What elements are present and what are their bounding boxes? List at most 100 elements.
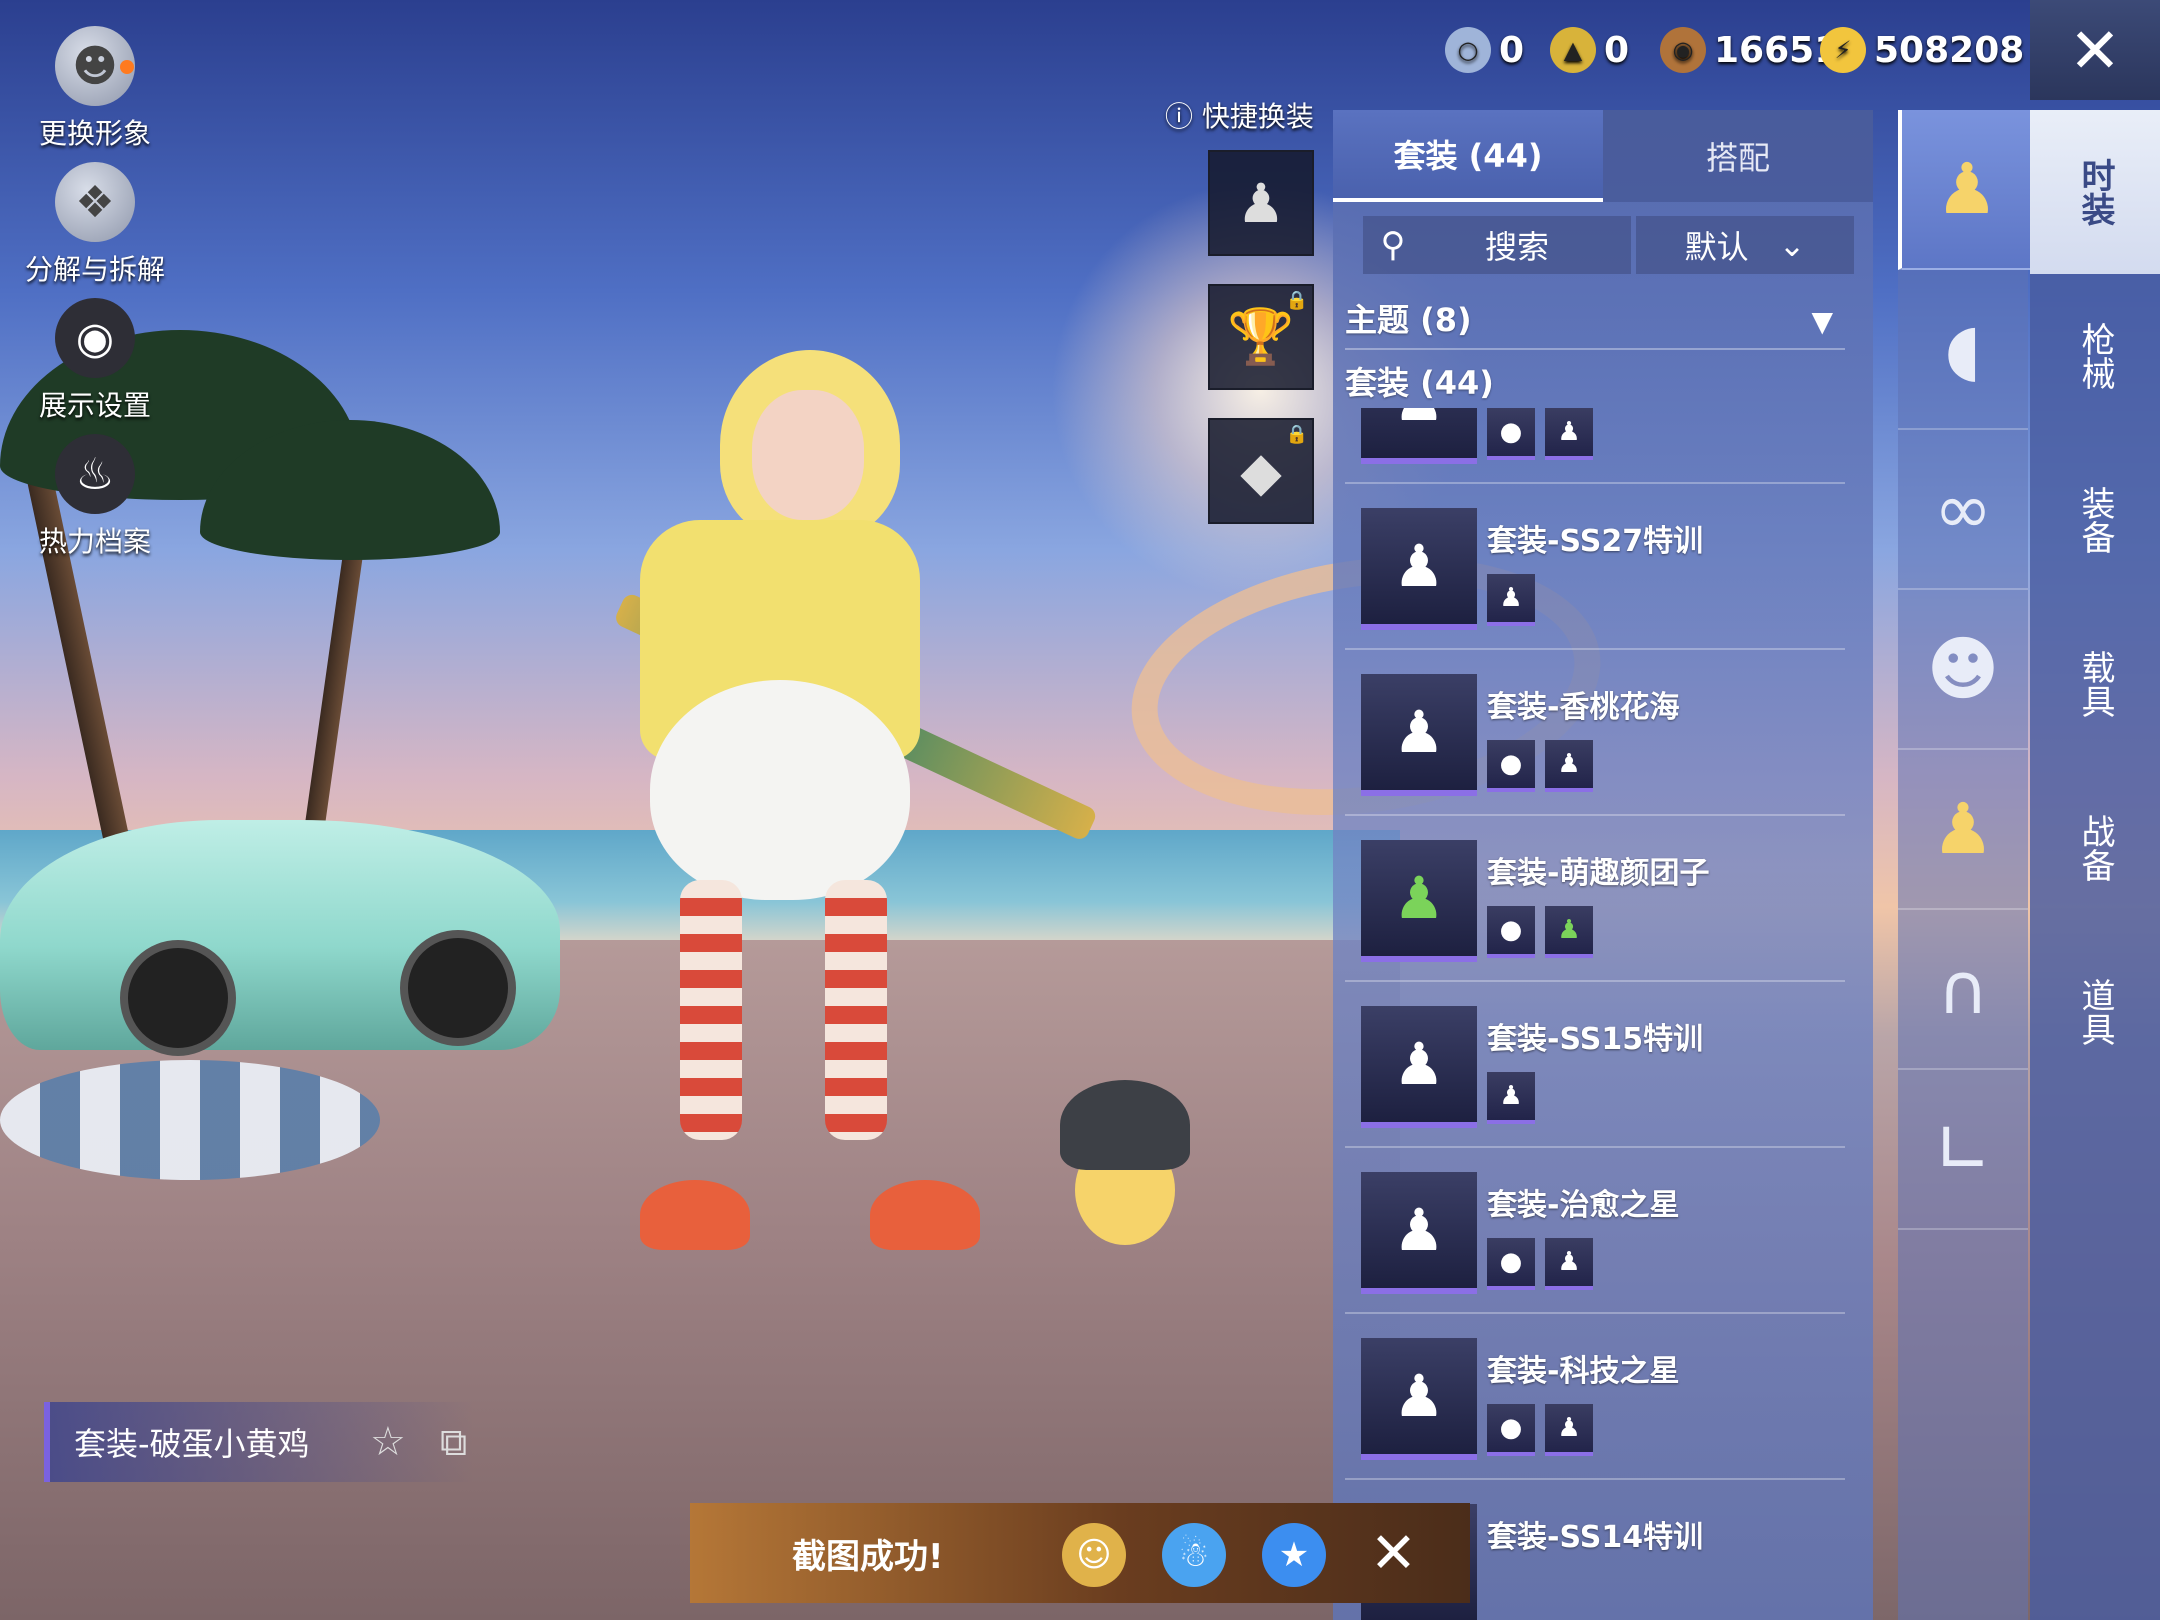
tab-fashion[interactable]: 时装 — [2030, 110, 2160, 274]
quick-slot-outfit[interactable]: ♟ — [1208, 150, 1314, 256]
currency-lightning-coin[interactable]: ⚡ 508208 — [1820, 25, 2024, 75]
tab-firearms[interactable]: 枪械 — [2030, 274, 2160, 438]
category-column: ♟ ◖ ∞ ☻ ♟ ∩ ∟ — [1898, 110, 2032, 1620]
item-thumbnail: ● — [1487, 906, 1535, 958]
star-share-icon: ★ — [1278, 1535, 1310, 1575]
tab-matching[interactable]: 搭配 — [1603, 110, 1873, 202]
car-wheel — [400, 930, 516, 1046]
currency-gold-badge[interactable]: ▲ 0 — [1550, 25, 1629, 75]
outfit-name: 套装-SS27特训 — [1487, 524, 1704, 559]
search-button[interactable]: ⚲ 搜索 — [1363, 216, 1631, 274]
category-glasses[interactable]: ∞ — [1898, 430, 2028, 590]
category-hat[interactable]: ◖ — [1898, 270, 2028, 430]
star-icon[interactable]: ☆ — [370, 1419, 406, 1465]
item-thumbnail: ● — [1487, 740, 1535, 792]
toast-message: 截图成功! — [792, 1536, 944, 1577]
outfit-name: 套装-科技之星 — [1487, 1354, 1680, 1389]
car-wheel — [120, 940, 236, 1056]
outfit-name: 套装-治愈之星 — [1487, 1188, 1680, 1223]
chick-outfit-icon: ♟ — [1935, 148, 1999, 230]
currency-value: 508208 — [1874, 29, 2025, 71]
outfit-thumbnail: ♟ — [1361, 1172, 1477, 1294]
expand-caret-icon[interactable]: ▼ — [1811, 305, 1833, 338]
lock-icon: 🔒 — [1285, 290, 1308, 311]
menu-display-settings[interactable]: ◉ 展示设置 — [0, 298, 190, 424]
item-thumbnail: ♟ — [1545, 740, 1593, 792]
sort-dropdown[interactable]: 默认 ⌄ — [1636, 216, 1854, 274]
character-foot — [870, 1180, 980, 1250]
quick-change-label[interactable]: ⓘ 快捷换装 — [1165, 95, 1314, 135]
list-item[interactable]: ♟ 套装-萌趣颜团子 ● ♟ — [1333, 816, 1873, 982]
friends-icon: ☺ — [1076, 1535, 1112, 1575]
menu-decompose[interactable]: ❖ 分解与拆解 — [0, 162, 190, 288]
search-label: 搜索 — [1484, 228, 1549, 266]
divider — [1345, 348, 1845, 350]
category-top[interactable]: ♟ — [1898, 750, 2028, 910]
list-item[interactable]: ♟ 套装-SS27特训 ♟ — [1333, 484, 1873, 650]
quick-slot-diamond[interactable]: ◆ 🔒 — [1208, 418, 1314, 524]
item-thumbnail: ♟ — [1487, 574, 1535, 626]
tab-battle-prep[interactable]: 战备 — [2030, 766, 2160, 930]
chick-pet — [1060, 1080, 1190, 1260]
menu-heat-archive[interactable]: ♨ 热力档案 — [0, 434, 190, 560]
right-tab-column: 时装 枪械 装备 载具 战备 道具 — [2030, 110, 2160, 1620]
diamond-icon: ◆ — [1240, 439, 1282, 503]
item-thumbnail: ♟ — [1545, 906, 1593, 958]
list-item[interactable]: ♟ 套装-治愈之星 ● ♟ — [1333, 1148, 1873, 1314]
share-qq-button[interactable]: ☃ — [1162, 1523, 1226, 1587]
category-shoes[interactable]: ∟ — [1898, 1070, 2028, 1230]
close-button[interactable]: ✕ — [2030, 0, 2160, 100]
outfit-thumbnail: ♟ — [1361, 508, 1477, 630]
current-outfit-bar: 套装-破蛋小黄鸡 ☆ ⧉ — [44, 1402, 474, 1482]
section-theme[interactable]: 主题 (8) — [1345, 295, 1472, 341]
glasses-icon: ∞ — [1933, 468, 1993, 550]
close-toast-icon[interactable]: ✕ — [1370, 1521, 1417, 1586]
character-leg — [825, 880, 887, 1140]
tab-outfits[interactable]: 套装 (44) — [1333, 110, 1603, 202]
item-thumbnail: ● — [1487, 408, 1535, 460]
puzzle-icon: ❖ — [55, 162, 135, 242]
tab-vehicle[interactable]: 载具 — [2030, 602, 2160, 766]
list-item[interactable]: ♟ 套装-科技之星 ● ♟ — [1333, 1314, 1873, 1480]
currency-token[interactable]: ○ 0 — [1445, 25, 1524, 75]
menu-change-avatar[interactable]: ☻ 更换形象 — [0, 26, 190, 152]
menu-label: 分解与拆解 — [24, 253, 165, 286]
category-outfit[interactable]: ♟ — [1898, 110, 2032, 270]
item-thumbnail: ♟ — [1545, 408, 1593, 460]
section-outfits: 套装 (44) — [1345, 364, 1494, 402]
list-item[interactable]: ♟ 套装-SS15特训 ♟ — [1333, 982, 1873, 1148]
share-friends-button[interactable]: ☺ — [1062, 1523, 1126, 1587]
menu-label: 热力档案 — [38, 525, 151, 558]
qq-icon: ☃ — [1178, 1535, 1210, 1575]
outfit-thumbnail: ♟ — [1361, 1006, 1477, 1128]
outfit-thumbnail: ♟ — [1361, 840, 1477, 962]
quick-slot-trophy[interactable]: 🏆 🔒 — [1208, 284, 1314, 390]
lock-icon: 🔒 — [1285, 424, 1308, 445]
cap-icon: ◖ — [1944, 308, 1982, 390]
outfit-name: 套装-萌趣颜团子 — [1487, 856, 1710, 891]
panel-tabs: 套装 (44) 搭配 — [1333, 110, 1873, 202]
character-leg — [680, 880, 742, 1140]
item-thumbnail: ♟ — [1487, 1072, 1535, 1124]
outfit-panel: 套装 (44) 搭配 ⚲ 搜索 默认 ⌄ 主题 (8) ▼ 套装 (44) ♟ … — [1333, 110, 1873, 1620]
item-thumbnail: ♟ — [1545, 1238, 1593, 1290]
boots-icon: ∟ — [1933, 1108, 1993, 1190]
category-pants[interactable]: ∩ — [1898, 910, 2028, 1070]
sort-label: 默认 — [1684, 228, 1749, 266]
bronze-coin-icon: ◉ — [1660, 27, 1706, 73]
list-item[interactable]: ♟ 套装-香桃花海 ● ♟ — [1333, 650, 1873, 816]
outfit-list[interactable]: ♟ ● ♟ ♟ 套装-SS27特训 ♟ ♟ 套装-香桃花海 ● ♟ ♟ 套装-萌… — [1333, 408, 1873, 1620]
share-icon[interactable]: ⧉ — [440, 1420, 467, 1465]
list-item-partial[interactable]: ♟ ● ♟ — [1333, 408, 1873, 484]
character-foot — [640, 1180, 750, 1250]
close-icon: ✕ — [2069, 13, 2121, 87]
outfit-thumbnail: ♟ — [1361, 674, 1477, 796]
gold-badge-icon: ▲ — [1550, 27, 1596, 73]
currency-bronze-coin[interactable]: ◉ 16651 — [1660, 25, 1839, 75]
tab-props[interactable]: 道具 — [2030, 930, 2160, 1094]
tab-equipment[interactable]: 装备 — [2030, 438, 2160, 602]
outfit-name: 套装-香桃花海 — [1487, 690, 1680, 725]
category-mask[interactable]: ☻ — [1898, 590, 2028, 750]
share-qzone-button[interactable]: ★ — [1262, 1523, 1326, 1587]
current-outfit-name: 套装-破蛋小黄鸡 — [74, 1425, 310, 1463]
